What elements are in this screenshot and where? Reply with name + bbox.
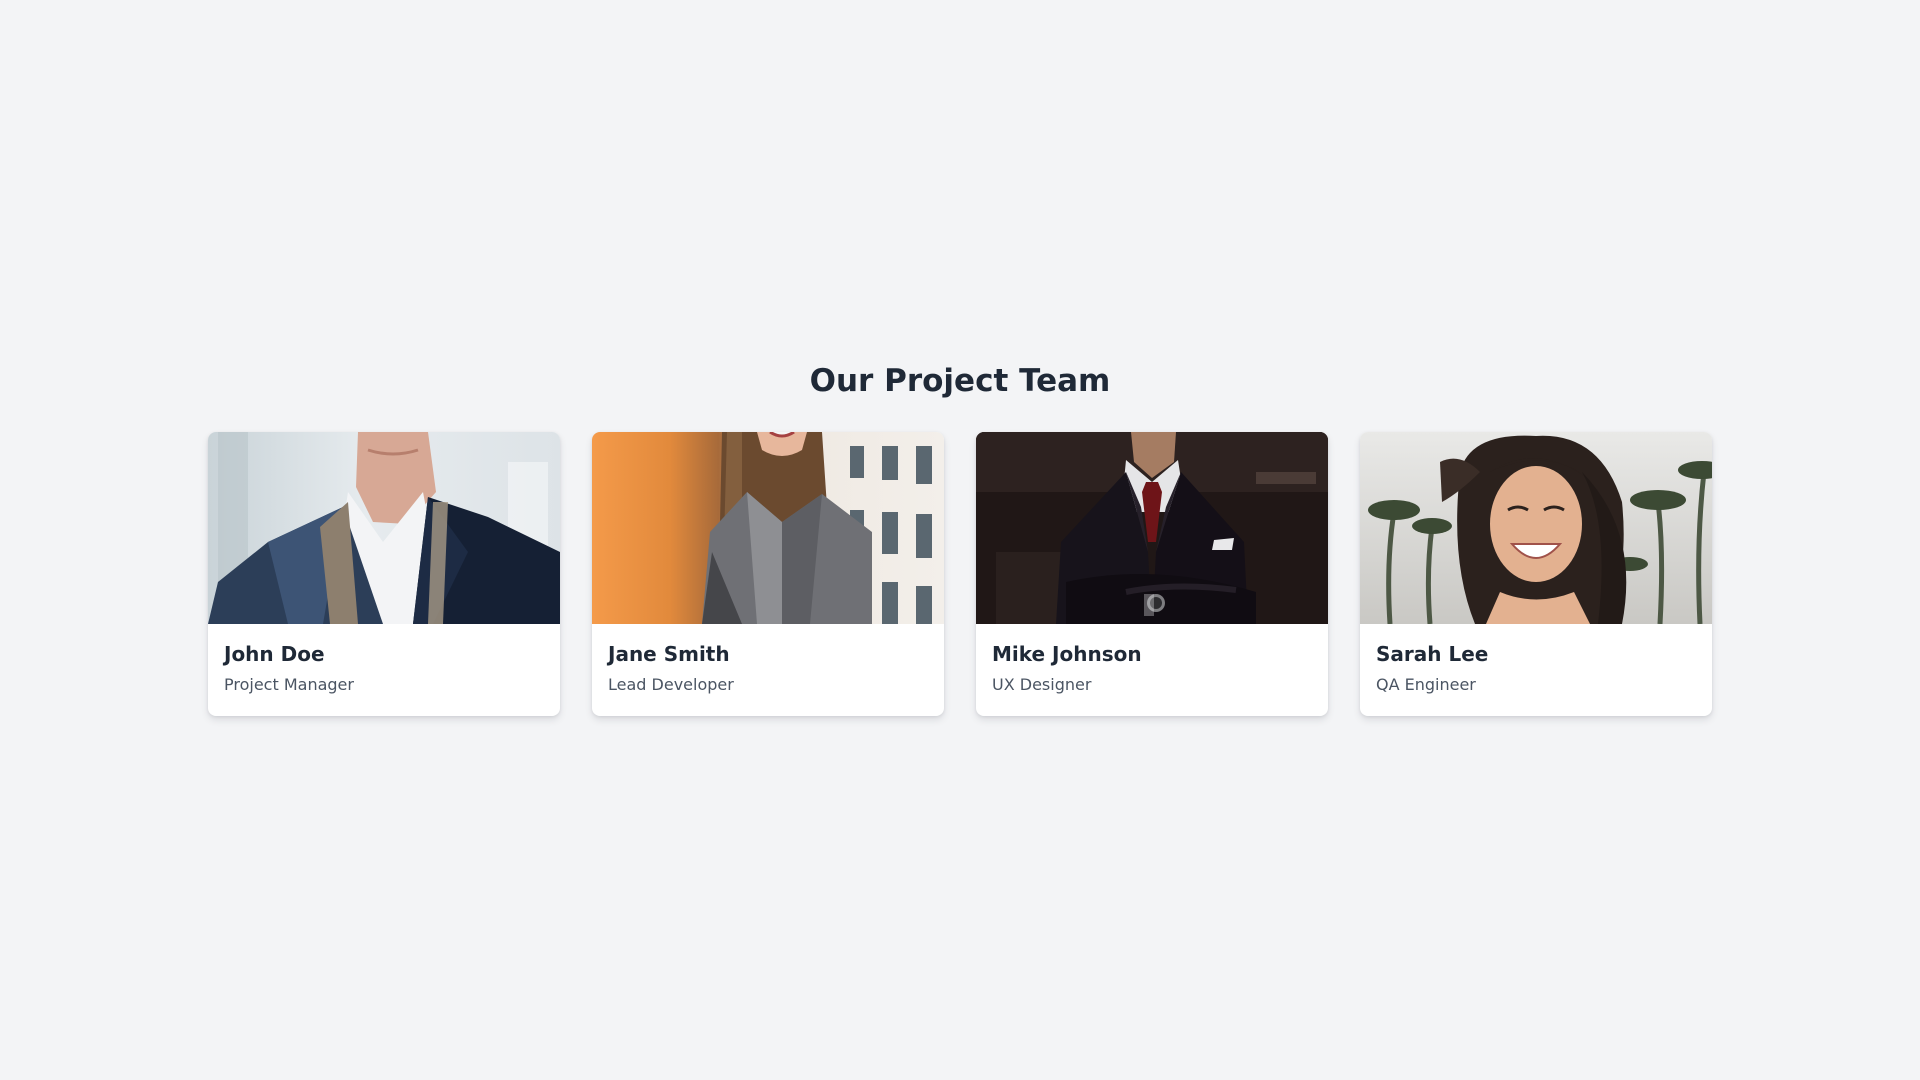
member-photo bbox=[208, 432, 560, 624]
member-role: Lead Developer bbox=[608, 675, 734, 694]
team-card: Jane Smith Lead Developer bbox=[592, 432, 944, 716]
member-role: Project Manager bbox=[224, 675, 354, 694]
member-photo bbox=[1360, 432, 1712, 624]
team-card: Mike Johnson UX Designer bbox=[976, 432, 1328, 716]
team-card-grid: John Doe Project Manager Jane Smith Lead… bbox=[208, 432, 1712, 716]
member-role: UX Designer bbox=[992, 675, 1092, 694]
team-card: Sarah Lee QA Engineer bbox=[1360, 432, 1712, 716]
member-name: Jane Smith bbox=[608, 642, 730, 666]
card-body: Mike Johnson UX Designer bbox=[976, 624, 1328, 696]
card-body: John Doe Project Manager bbox=[208, 624, 560, 696]
team-card: John Doe Project Manager bbox=[208, 432, 560, 716]
member-photo bbox=[976, 432, 1328, 624]
member-role: QA Engineer bbox=[1376, 675, 1476, 694]
card-body: Jane Smith Lead Developer bbox=[592, 624, 944, 696]
member-name: Mike Johnson bbox=[992, 642, 1142, 666]
member-name: John Doe bbox=[224, 642, 325, 666]
member-photo bbox=[592, 432, 944, 624]
team-section: Our Project Team John Doe Project Manage… bbox=[0, 360, 1920, 716]
page-title: Our Project Team bbox=[809, 363, 1111, 399]
card-body: Sarah Lee QA Engineer bbox=[1360, 624, 1712, 696]
member-name: Sarah Lee bbox=[1376, 642, 1489, 666]
